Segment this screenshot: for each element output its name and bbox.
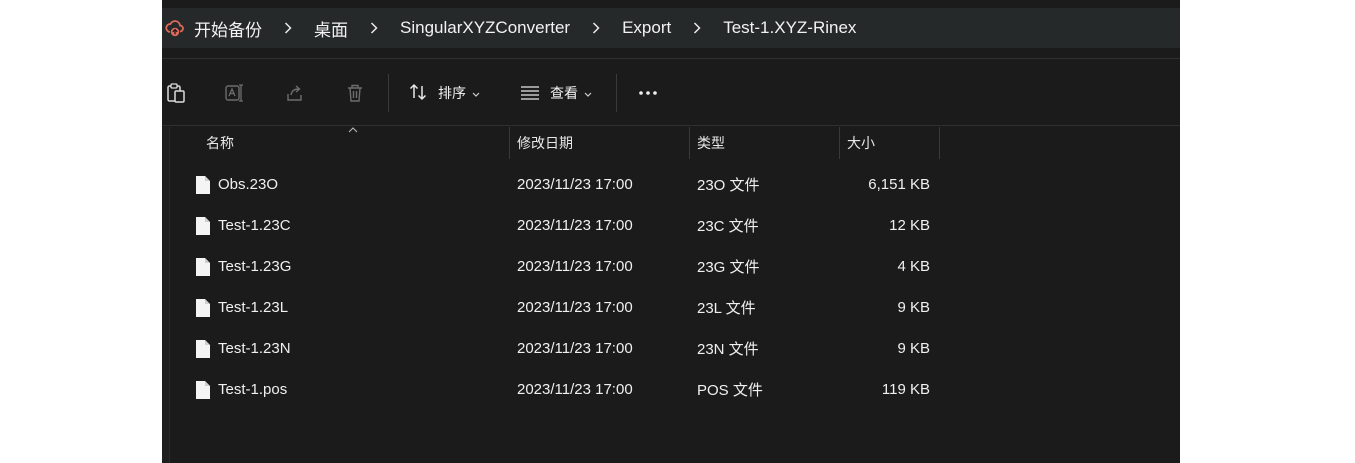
file-icon <box>196 258 210 276</box>
breadcrumb-item-current-folder[interactable]: Test-1.XYZ-Rinex <box>723 18 856 38</box>
file-size: 119 KB <box>881 381 930 398</box>
chevron-right-icon <box>282 21 294 35</box>
sort-menu-button[interactable]: 排序 <box>408 79 480 107</box>
column-divider[interactable] <box>839 127 840 159</box>
chevron-down-icon <box>472 85 480 101</box>
more-dots-icon[interactable] <box>636 81 660 105</box>
view-label: 查看 <box>550 85 578 101</box>
file-size: 4 KB <box>897 258 930 275</box>
file-type: 23G 文件 <box>697 259 760 276</box>
command-toolbar: 排序 查看 <box>162 58 1180 126</box>
paste-icon[interactable] <box>164 81 188 105</box>
file-row[interactable]: Test-1.23C 2023/11/23 17:00 23C 文件 12 KB <box>162 205 1180 246</box>
cloud-backup-icon[interactable] <box>164 17 186 39</box>
sort-label: 排序 <box>438 85 466 101</box>
column-header-size[interactable]: 大小 <box>847 127 875 159</box>
file-name: Test-1.pos <box>218 381 288 398</box>
file-date: 2023/11/23 17:00 <box>517 340 633 357</box>
chevron-right-icon <box>691 21 703 35</box>
share-icon[interactable] <box>283 81 307 105</box>
file-icon <box>196 176 210 194</box>
file-type: POS 文件 <box>697 382 763 399</box>
toolbar-separator <box>616 74 617 112</box>
file-row[interactable]: Test-1.23L 2023/11/23 17:00 23L 文件 9 KB <box>162 287 1180 328</box>
addressbar-gap <box>162 48 1180 58</box>
file-icon <box>196 381 210 399</box>
file-icon <box>196 340 210 358</box>
file-date: 2023/11/23 17:00 <box>517 217 633 234</box>
file-date: 2023/11/23 17:00 <box>517 258 633 275</box>
file-row[interactable]: Test-1.23G 2023/11/23 17:00 23G 文件 4 KB <box>162 246 1180 287</box>
file-name: Test-1.23N <box>218 340 291 357</box>
file-row[interactable]: Obs.23O 2023/11/23 17:00 23O 文件 6,151 KB <box>162 164 1180 205</box>
chevron-right-icon <box>368 21 380 35</box>
file-date: 2023/11/23 17:00 <box>517 381 633 398</box>
file-name: Test-1.23L <box>218 299 289 316</box>
file-list: Obs.23O 2023/11/23 17:00 23O 文件 6,151 KB… <box>162 164 1180 410</box>
column-header-date[interactable]: 修改日期 <box>517 127 573 159</box>
file-size: 12 KB <box>889 217 930 234</box>
breadcrumb-item-desktop[interactable]: 桌面 <box>314 16 348 41</box>
breadcrumb-item-backup[interactable]: 开始备份 <box>194 16 262 41</box>
chevron-down-icon <box>584 85 592 101</box>
column-header: 名称 修改日期 类型 大小 <box>162 127 1180 159</box>
file-row[interactable]: Test-1.pos 2023/11/23 17:00 POS 文件 119 K… <box>162 369 1180 410</box>
file-explorer-window: 开始备份 桌面 SingularXYZConverter Export Test… <box>162 0 1180 463</box>
trash-icon[interactable] <box>343 81 367 105</box>
file-date: 2023/11/23 17:00 <box>517 299 633 316</box>
sort-icon <box>408 82 428 105</box>
file-name: Test-1.23C <box>218 217 291 234</box>
file-name: Obs.23O <box>218 176 279 193</box>
chevron-right-icon <box>590 21 602 35</box>
breadcrumb: 开始备份 桌面 SingularXYZConverter Export Test… <box>162 8 1180 48</box>
file-row[interactable]: Test-1.23N 2023/11/23 17:00 23N 文件 9 KB <box>162 328 1180 369</box>
file-type: 23N 文件 <box>697 341 759 358</box>
view-menu-button[interactable]: 查看 <box>520 79 592 107</box>
file-type: 23C 文件 <box>697 218 759 235</box>
breadcrumb-item-export[interactable]: Export <box>622 18 671 38</box>
file-date: 2023/11/23 17:00 <box>517 176 633 193</box>
file-type: 23L 文件 <box>697 300 756 317</box>
column-divider[interactable] <box>689 127 690 159</box>
sort-ascending-icon <box>348 127 358 133</box>
breadcrumb-item-converter[interactable]: SingularXYZConverter <box>400 18 570 38</box>
column-divider[interactable] <box>509 127 510 159</box>
rename-icon[interactable] <box>223 81 247 105</box>
file-size: 6,151 KB <box>868 176 930 193</box>
view-list-icon <box>520 82 540 105</box>
file-icon <box>196 299 210 317</box>
column-header-name[interactable]: 名称 <box>206 127 234 159</box>
file-type: 23O 文件 <box>697 177 760 194</box>
column-header-type[interactable]: 类型 <box>697 127 725 159</box>
file-name: Test-1.23G <box>218 258 292 275</box>
toolbar-separator <box>388 74 389 112</box>
file-size: 9 KB <box>897 340 930 357</box>
file-size: 9 KB <box>897 299 930 316</box>
file-icon <box>196 217 210 235</box>
column-divider[interactable] <box>939 127 940 159</box>
